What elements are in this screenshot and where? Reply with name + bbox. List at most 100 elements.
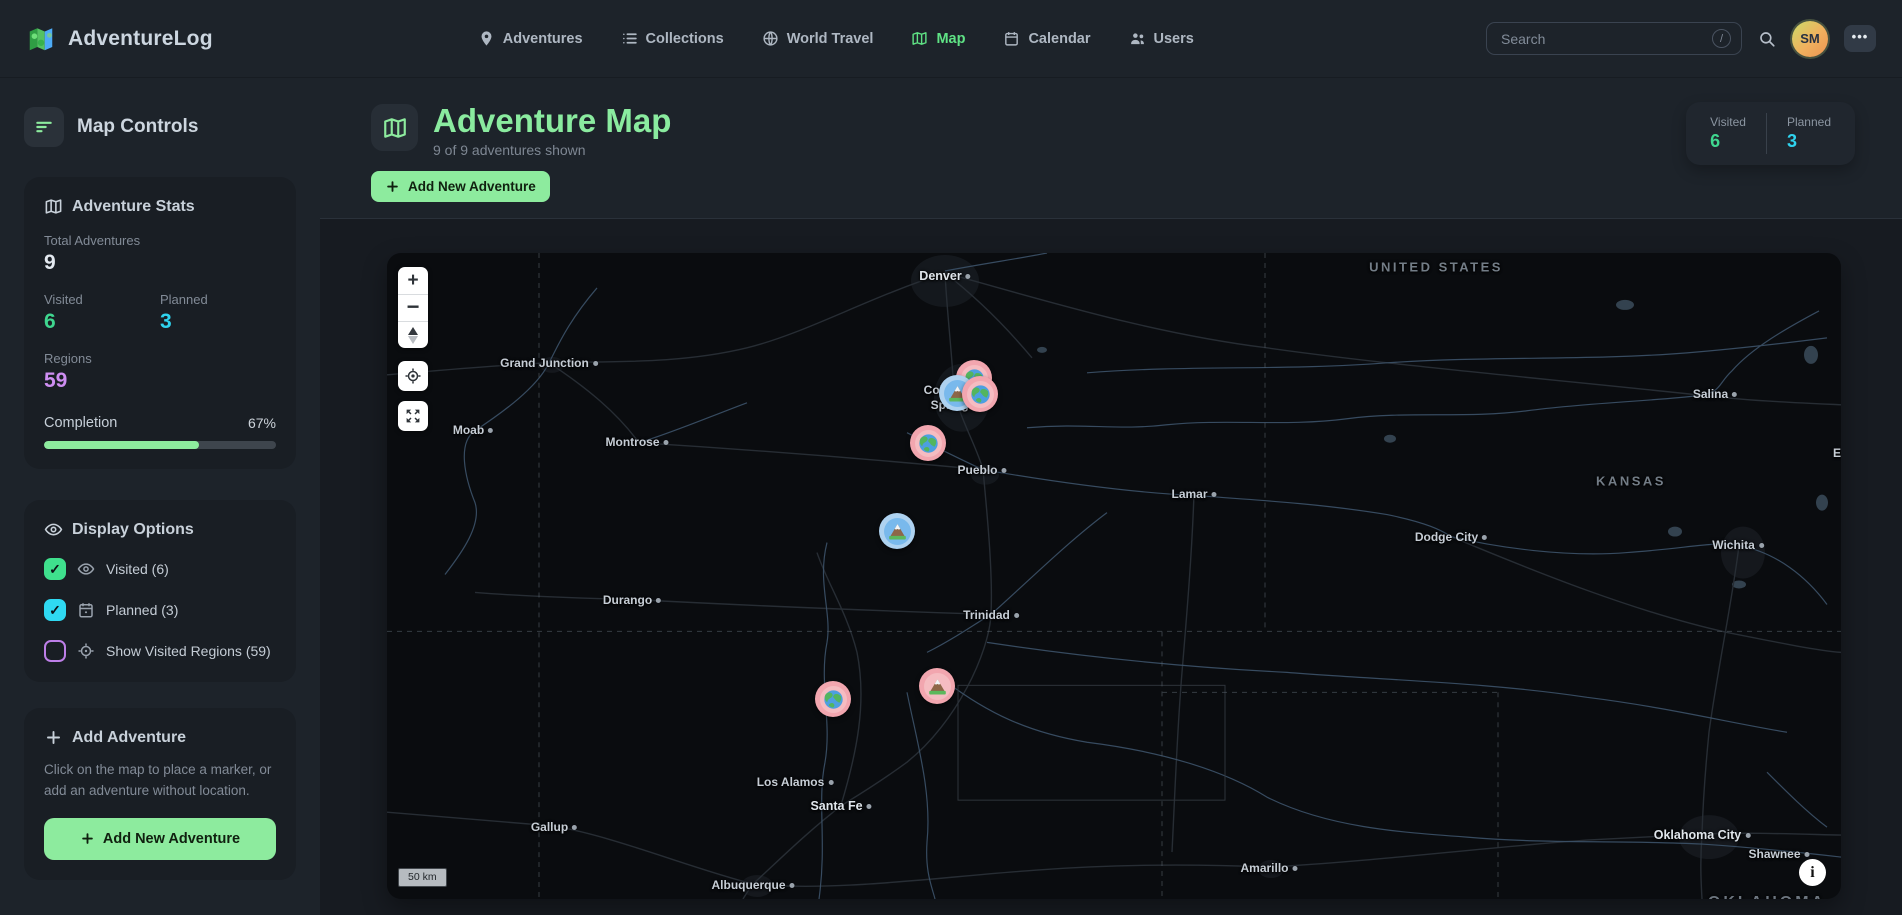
avatar[interactable]: SM xyxy=(1792,21,1828,57)
total-adventures-value: 9 xyxy=(44,251,276,275)
search-box: / xyxy=(1486,22,1742,55)
add-adventure-card: Add Adventure Click on the map to place … xyxy=(24,708,296,880)
globe-icon xyxy=(967,381,994,408)
map-icon xyxy=(44,197,63,216)
toggle-visited-regions[interactable]: ✓ Show Visited Regions (59) xyxy=(44,640,276,662)
calendar-icon xyxy=(1003,30,1020,47)
users-icon xyxy=(1129,30,1146,47)
regions-option-label: Show Visited Regions (59) xyxy=(106,643,271,659)
planned-label: Planned xyxy=(160,292,276,307)
add-new-adventure-button[interactable]: Add New Adventure xyxy=(44,818,276,860)
main-content: Adventure Map 9 of 9 adventures shown Ad… xyxy=(320,78,1902,915)
map-stats-summary: Visited 6 Planned 3 xyxy=(1686,102,1855,165)
filter-icon xyxy=(34,117,54,137)
adventure-stats-card: Adventure Stats Total Adventures 9 Visit… xyxy=(24,177,296,469)
globe-emoji xyxy=(823,689,844,710)
total-adventures-label: Total Adventures xyxy=(44,233,276,248)
mountain-emoji xyxy=(887,521,908,542)
display-options-card: Display Options ✓ Visited (6) ✓ Planned … xyxy=(24,500,296,682)
map-section: DenverUNITED STATESGrand JunctionSalinaM… xyxy=(320,218,1902,915)
search-input[interactable] xyxy=(1501,31,1712,47)
page-map-icon xyxy=(371,104,418,151)
plus-icon xyxy=(44,728,63,747)
adventure-marker-mountain[interactable] xyxy=(919,668,955,704)
regions-label: Regions xyxy=(44,351,276,366)
globe-emoji xyxy=(970,384,991,405)
fullscreen-icon xyxy=(404,407,422,425)
nav-item-users[interactable]: Users xyxy=(1129,30,1194,47)
fullscreen-button[interactable] xyxy=(398,401,428,431)
nav-item-world-travel[interactable]: World Travel xyxy=(762,30,874,47)
app-title: AdventureLog xyxy=(68,27,213,51)
map-icon xyxy=(911,30,928,47)
list-icon xyxy=(621,30,638,47)
visited-checkbox[interactable]: ✓ xyxy=(44,558,66,580)
completion-percent: 67% xyxy=(248,415,276,431)
target-icon xyxy=(77,642,95,660)
stats-card-title: Adventure Stats xyxy=(72,198,195,216)
zoom-control-group: + − xyxy=(398,267,428,348)
page-title: Adventure Map xyxy=(433,104,671,139)
visited-count: 6 xyxy=(1710,131,1746,152)
page-subtitle: 9 of 9 adventures shown xyxy=(433,142,671,158)
sidebar-title: Map Controls xyxy=(77,116,198,138)
planned-value: 3 xyxy=(160,310,276,334)
globe-icon xyxy=(915,430,942,457)
filter-icon-button[interactable] xyxy=(24,107,64,147)
brand[interactable]: AdventureLog xyxy=(26,24,213,54)
geolocate-icon xyxy=(404,367,422,385)
main-nav: Adventures Collections World Travel Map … xyxy=(478,30,1194,47)
regions-checkbox[interactable]: ✓ xyxy=(44,640,66,662)
eye-icon xyxy=(77,560,95,578)
adventure-marker-mountain[interactable] xyxy=(879,513,915,549)
completion-label: Completion xyxy=(44,415,117,431)
search-icon[interactable] xyxy=(1758,30,1776,48)
calendar-icon xyxy=(77,601,95,619)
visited-option-label: Visited (6) xyxy=(106,561,169,577)
map-canvas[interactable] xyxy=(387,253,1841,899)
add-adventure-description: Click on the map to place a marker, or a… xyxy=(44,760,276,802)
visited-value: 6 xyxy=(44,310,160,334)
display-options-title: Display Options xyxy=(72,521,194,539)
toggle-planned[interactable]: ✓ Planned (3) xyxy=(44,599,276,621)
completion-progress-bar xyxy=(44,441,276,449)
planned-option-label: Planned (3) xyxy=(106,602,178,618)
geolocate-button[interactable] xyxy=(398,361,428,391)
search-shortcut-badge: / xyxy=(1712,29,1731,48)
zoom-out-button[interactable]: − xyxy=(398,294,428,321)
planned-label: Planned xyxy=(1787,115,1831,129)
top-navbar: AdventureLog Adventures Collections Worl… xyxy=(0,0,1902,78)
add-new-adventure-button[interactable]: Add New Adventure xyxy=(371,171,550,202)
planned-checkbox[interactable]: ✓ xyxy=(44,599,66,621)
zoom-in-button[interactable]: + xyxy=(398,267,428,294)
toggle-visited[interactable]: ✓ Visited (6) xyxy=(44,558,276,580)
eye-icon xyxy=(44,520,63,539)
globe-icon xyxy=(820,686,847,713)
map-controls-sidebar: Map Controls Adventure Stats Total Adven… xyxy=(0,78,320,915)
plus-icon xyxy=(80,831,95,846)
overflow-menu-button[interactable]: ••• xyxy=(1844,25,1876,52)
adventure-marker-globe[interactable] xyxy=(910,425,946,461)
globe-emoji xyxy=(918,433,939,454)
adventure-marker-globe[interactable] xyxy=(815,681,851,717)
mountain-icon xyxy=(924,673,951,700)
mountain-icon xyxy=(884,518,911,545)
compass-north-icon xyxy=(408,327,418,335)
nav-item-map[interactable]: Map xyxy=(911,30,965,47)
nav-item-calendar[interactable]: Calendar xyxy=(1003,30,1090,47)
mountain-emoji xyxy=(927,676,948,697)
nav-item-collections[interactable]: Collections xyxy=(621,30,724,47)
map-container[interactable]: DenverUNITED STATESGrand JunctionSalinaM… xyxy=(387,253,1841,899)
globe-icon xyxy=(762,30,779,47)
visited-label: Visited xyxy=(1710,115,1746,129)
app-logo-icon xyxy=(26,24,56,54)
plus-icon xyxy=(385,179,400,194)
map-scale-bar: 50 km xyxy=(398,868,447,887)
compass-south-icon xyxy=(408,336,418,344)
regions-value: 59 xyxy=(44,369,276,393)
adventure-marker-globe[interactable] xyxy=(962,376,998,412)
attribution-info-button[interactable]: i xyxy=(1799,859,1826,886)
planned-count: 3 xyxy=(1787,131,1831,152)
nav-item-adventures[interactable]: Adventures xyxy=(478,30,583,47)
compass-button[interactable] xyxy=(398,321,428,348)
